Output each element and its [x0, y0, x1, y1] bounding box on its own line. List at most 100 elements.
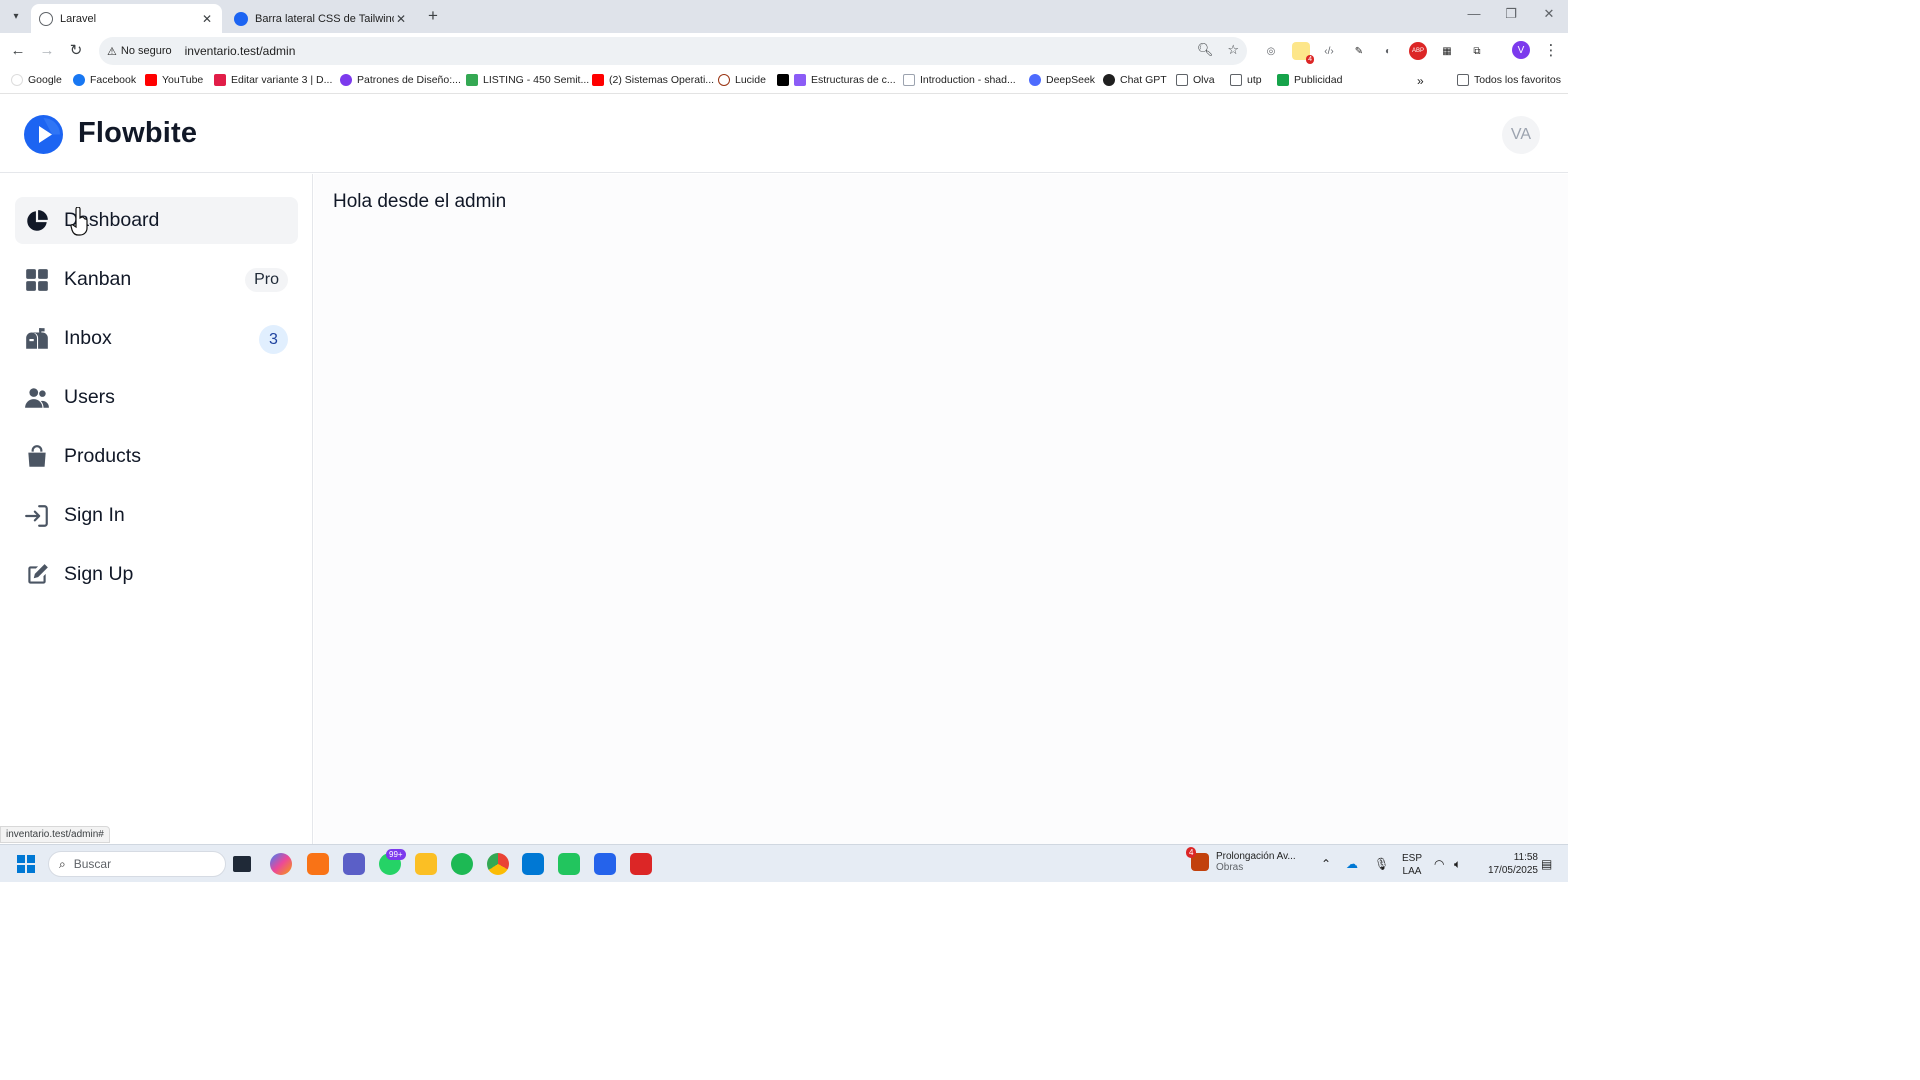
windows-start-icon[interactable] — [17, 855, 35, 873]
bookmark-folder[interactable]: utp — [1230, 74, 1262, 86]
sidebar-item-inbox[interactable]: Inbox 3 — [15, 315, 298, 362]
chrome-icon[interactable] — [487, 853, 509, 875]
bookmark-label: utp — [1247, 74, 1262, 86]
sidebar-item-kanban[interactable]: Kanban Pro — [15, 256, 298, 303]
chatgpt-icon — [1103, 74, 1115, 86]
app-green-icon[interactable] — [558, 853, 580, 875]
sidebar-item-products[interactable]: Products — [15, 433, 298, 480]
users-icon — [25, 388, 49, 408]
vscode-icon[interactable] — [522, 853, 544, 875]
volume-icon[interactable]: 🔈︎ — [1454, 857, 1461, 872]
sidebar-item-sign-in[interactable]: Sign In — [15, 492, 298, 539]
clock[interactable]: 11:58 17/05/2025 — [1478, 851, 1538, 877]
all-bookmarks-folder[interactable]: Todos los favoritos — [1457, 74, 1561, 86]
zoom-icon[interactable]: 🔍︎ — [1197, 42, 1214, 58]
news-widget[interactable]: 4 Prolongación Av... Obras — [1186, 847, 1296, 873]
grid-icon — [26, 269, 48, 291]
xampp-icon[interactable] — [307, 853, 329, 875]
back-icon[interactable]: ← — [8, 41, 28, 61]
chart-pie-icon — [27, 210, 48, 231]
tab-search-chevron-icon[interactable]: ▾ — [6, 6, 26, 26]
extension-icon[interactable]: 4 — [1292, 42, 1314, 64]
bookmark-item[interactable]: Publicidad — [1277, 74, 1342, 86]
forward-icon[interactable]: → — [37, 41, 57, 61]
user-avatar[interactable]: VA — [1502, 116, 1540, 154]
language-indicator[interactable]: ESP LAA — [1400, 852, 1424, 878]
url-text[interactable]: inventario.test/admin — [185, 44, 296, 58]
drive-icon — [466, 74, 478, 86]
qr-code-icon[interactable]: ▦ — [1438, 42, 1456, 60]
sidebar-item-sign-up[interactable]: Sign Up — [15, 551, 298, 598]
bookmark-folder[interactable]: Olva — [1176, 74, 1215, 86]
dev-icon — [777, 74, 789, 86]
eyedropper-icon[interactable]: ✎ — [1350, 42, 1368, 60]
file-explorer-icon[interactable] — [415, 853, 437, 875]
wifi-icon[interactable]: ◠ — [1434, 857, 1444, 871]
security-indicator[interactable]: ⚠ No seguro — [107, 45, 172, 58]
news-title: Prolongación Av... — [1216, 851, 1296, 862]
flowbite-logo-icon[interactable] — [24, 115, 63, 154]
extension-icon[interactable]: ◐ — [1379, 42, 1397, 60]
bookmark-label: Chat GPT — [1120, 74, 1167, 86]
bookmark-star-icon[interactable]: ☆ — [1227, 42, 1239, 58]
address-bar[interactable]: ⚠ No seguro inventario.test/admin 🔍︎ ☆ — [99, 37, 1247, 65]
bookmark-item[interactable]: Estructuras de c... — [777, 74, 896, 86]
sheets-icon — [1277, 74, 1289, 86]
tab-close-icon[interactable]: ✕ — [200, 12, 214, 26]
windows-taskbar: ⌕ Buscar 99+ 4 Prolongación Av... Obras … — [0, 844, 1568, 882]
microphone-icon[interactable]: 🎙︎ — [1374, 857, 1389, 871]
globe-icon — [39, 11, 53, 26]
bookmark-item[interactable]: Google — [11, 74, 62, 86]
bookmark-item[interactable]: DeepSeek — [1029, 74, 1095, 86]
bookmark-item[interactable]: Patrones de Diseño:... — [340, 74, 461, 86]
sidebar: Dashboard Kanban Pro Inbox 3 Users Produ… — [0, 174, 313, 844]
sidebar-item-label: Users — [64, 386, 115, 408]
tray-chevron-icon[interactable]: ⌃ — [1321, 857, 1331, 871]
bookmark-label: LISTING - 450 Semit... — [483, 74, 590, 86]
extensions-puzzle-icon[interactable]: ⧉ — [1468, 42, 1486, 60]
whatsapp-badge: 99+ — [386, 849, 406, 860]
tab-close-icon[interactable]: ✕ — [394, 12, 408, 26]
app-red-icon[interactable] — [630, 853, 652, 875]
folder-icon — [1457, 74, 1469, 86]
sign-up-icon — [28, 564, 48, 584]
youtube-icon — [145, 74, 157, 86]
bookmark-item[interactable]: Introduction - shad... — [903, 74, 1016, 86]
folder-icon — [1230, 74, 1242, 86]
bookmark-item[interactable]: Lucide — [718, 74, 766, 86]
bookmark-item[interactable]: (2) Sistemas Operati... — [592, 74, 714, 86]
bookmark-item[interactable]: LISTING - 450 Semit... — [466, 74, 589, 86]
browser-tab-laravel[interactable]: Laravel ✕ — [31, 4, 222, 33]
profile-avatar[interactable]: V — [1512, 41, 1530, 59]
notifications-icon[interactable]: ▤ — [1541, 857, 1552, 871]
window-close-icon[interactable]: ✕ — [1540, 6, 1558, 22]
sidebar-item-label: Inbox — [64, 327, 112, 349]
onedrive-icon[interactable]: ☁ — [1346, 857, 1358, 871]
reload-icon[interactable]: ↻ — [66, 41, 86, 61]
spotify-icon[interactable] — [451, 853, 473, 875]
unread-count-badge: 3 — [259, 325, 288, 354]
code-extension-icon[interactable]: ‹/› — [1320, 42, 1338, 60]
hand-cursor-icon — [70, 207, 88, 236]
minimize-icon[interactable]: — — [1465, 6, 1483, 21]
notes-icon[interactable] — [594, 853, 616, 875]
sidebar-item-dashboard[interactable]: Dashboard — [15, 197, 298, 244]
task-view-icon[interactable] — [233, 856, 251, 872]
browser-tab-tailwind[interactable]: Barra lateral CSS de Tailwind - F ✕ — [226, 4, 416, 33]
extension-icon[interactable]: ◎ — [1262, 42, 1280, 60]
bookmark-item[interactable]: Chat GPT — [1103, 74, 1167, 86]
bookmark-label: Patrones de Diseño:... — [357, 74, 461, 86]
brand-name[interactable]: Flowbite — [78, 117, 197, 150]
more-bookmarks-icon[interactable]: » — [1417, 74, 1424, 88]
teams-icon[interactable] — [343, 853, 365, 875]
taskbar-search-input[interactable]: ⌕ Buscar — [48, 851, 226, 877]
bookmark-item[interactable]: Editar variante 3 | D... — [214, 74, 332, 86]
restore-icon[interactable]: ❐ — [1502, 6, 1520, 22]
bookmark-item[interactable]: YouTube — [145, 74, 203, 86]
menu-kebab-icon[interactable]: ⋮ — [1541, 41, 1561, 61]
sidebar-item-users[interactable]: Users — [15, 374, 298, 421]
copilot-icon[interactable] — [270, 853, 292, 875]
adblock-icon[interactable]: ABP — [1409, 42, 1427, 60]
new-tab-icon[interactable]: + — [424, 6, 442, 26]
bookmark-item[interactable]: Facebook — [73, 74, 136, 86]
